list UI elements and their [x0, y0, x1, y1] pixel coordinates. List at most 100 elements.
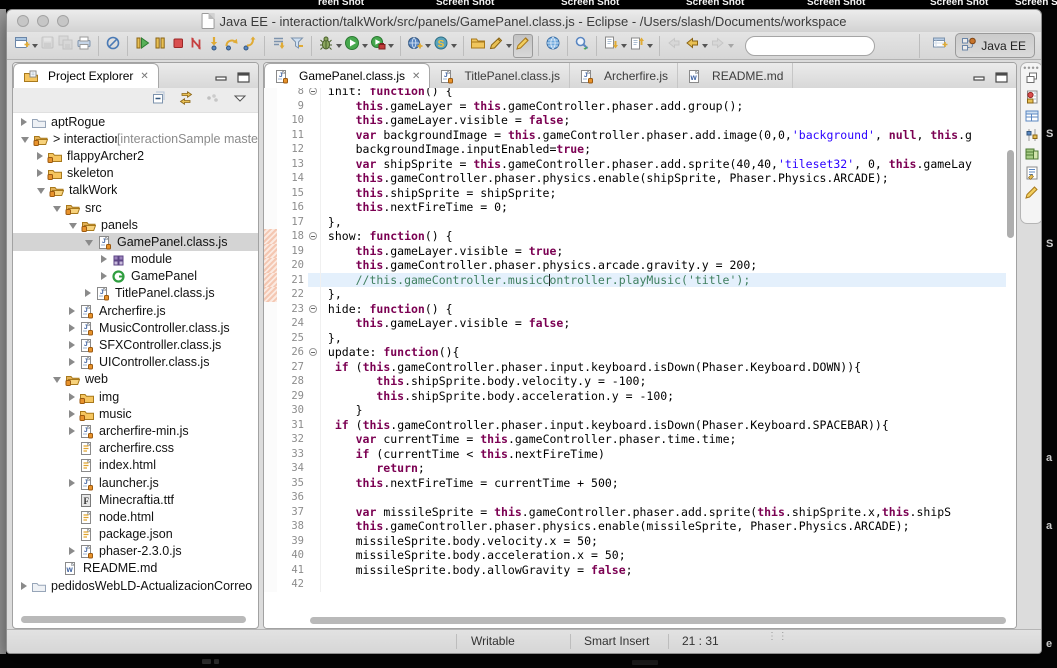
code-line[interactable]: 9this.gameLayer = this.gameController.ph… — [264, 99, 1006, 114]
code-line[interactable]: 25}, — [264, 331, 1006, 346]
dropdown-arrow-icon[interactable] — [336, 44, 342, 48]
code-text[interactable]: this.shipSprite.body.acceleration.y = -1… — [321, 389, 1006, 404]
collapsed-arrow-icon[interactable] — [69, 341, 75, 349]
code-text[interactable]: this.shipSprite = shipSprite; — [321, 186, 1006, 201]
horizontal-scrollbar[interactable] — [21, 616, 246, 623]
link-with-editor-button[interactable] — [178, 90, 194, 111]
code-line[interactable]: 8init: function() { — [264, 88, 1006, 99]
tree-item[interactable]: panels — [13, 216, 258, 233]
use-step-filters-button[interactable] — [288, 34, 306, 58]
editor-body[interactable]: 8init: function() {9this.gameLayer = thi… — [264, 88, 1016, 628]
code-line[interactable]: 20this.gameController.phaser.physics.arc… — [264, 258, 1006, 273]
properties-view-button[interactable] — [1023, 109, 1040, 128]
code-text[interactable]: init: function() { — [321, 88, 1006, 99]
debug-button[interactable] — [317, 34, 343, 58]
code-line[interactable]: 12backgroundImage.inputEnabled=true; — [264, 142, 1006, 157]
code-text[interactable]: this.nextFireTime = currentTime + 500; — [321, 476, 1006, 491]
code-line[interactable]: 13var shipSprite = this.gameController.p… — [264, 157, 1006, 172]
tree-item[interactable]: JTitlePanel.class.js — [13, 285, 258, 302]
collapsed-arrow-icon[interactable] — [69, 547, 75, 555]
vertical-scrollbar[interactable] — [1007, 150, 1014, 238]
expanded-arrow-icon[interactable] — [53, 206, 61, 212]
code-line[interactable]: 34return; — [264, 461, 1006, 476]
tree-item[interactable]: JGamePanel.class.js — [13, 233, 258, 250]
code-text[interactable] — [321, 577, 1006, 592]
tree-item[interactable]: module — [13, 251, 258, 268]
tree-item[interactable]: node.html — [13, 508, 258, 525]
step-into-button[interactable] — [205, 34, 223, 58]
step-over-button[interactable] — [223, 34, 241, 58]
code-line[interactable]: 10this.gameLayer.visible = false; — [264, 113, 1006, 128]
run-button[interactable] — [343, 34, 369, 58]
code-line[interactable]: 11var backgroundImage = this.gameControl… — [264, 128, 1006, 143]
close-icon[interactable]: ✕ — [140, 71, 148, 82]
documentation-view-button[interactable] — [1023, 166, 1040, 185]
collapsed-arrow-icon[interactable] — [69, 479, 75, 487]
code-text[interactable]: }, — [321, 287, 1006, 302]
code-text[interactable]: show: function() { — [321, 229, 1006, 244]
close-icon[interactable]: ✕ — [412, 71, 420, 82]
tree-item[interactable]: Jlauncher.js — [13, 474, 258, 491]
expanded-arrow-icon[interactable] — [37, 188, 45, 194]
dropdown-arrow-icon[interactable] — [425, 44, 431, 48]
tree-item[interactable]: archerfire.css — [13, 440, 258, 457]
code-text[interactable]: //this.gameController.musicController.pl… — [321, 273, 1006, 288]
code-text[interactable]: var backgroundImage = this.gameControlle… — [321, 128, 1006, 143]
code-line[interactable]: 27if (this.gameController.phaser.input.k… — [264, 360, 1006, 375]
dropdown-arrow-icon[interactable] — [362, 44, 368, 48]
code-text[interactable]: missileSprite.body.acceleration.x = 50; — [321, 548, 1006, 563]
code-line[interactable]: 14this.gameController.phaser.physics.ena… — [264, 171, 1006, 186]
code-line[interactable]: 33if (currentTime < this.nextFireTime) — [264, 447, 1006, 462]
minimize-traffic-light[interactable] — [37, 15, 49, 27]
tree-item[interactable]: JMusicController.class.js — [13, 319, 258, 336]
dropdown-arrow-icon[interactable] — [621, 44, 627, 48]
code-line[interactable]: 28this.shipSprite.body.velocity.y = -100… — [264, 374, 1006, 389]
code-text[interactable]: this.gameController.phaser.physics.enabl… — [321, 171, 1006, 186]
code-text[interactable]: this.gameLayer.visible = true; — [321, 244, 1006, 259]
code-text[interactable]: var currentTime = this.gameController.ph… — [321, 432, 1006, 447]
code-line[interactable]: 21//this.gameController.musicController.… — [264, 273, 1006, 288]
annotate-button[interactable] — [487, 34, 513, 58]
collapse-fold-icon[interactable] — [309, 305, 317, 313]
collapsed-arrow-icon[interactable] — [21, 118, 27, 126]
dropdown-arrow-icon[interactable] — [702, 44, 708, 48]
editor-tab[interactable]: JTitlePanel.class.js — [430, 63, 570, 88]
markers-view-button[interactable] — [1023, 90, 1040, 109]
code-line[interactable]: 17}, — [264, 215, 1006, 230]
tree-item[interactable]: Jphaser-2.3.0.js — [13, 543, 258, 560]
collapsed-arrow-icon[interactable] — [37, 152, 43, 160]
collapsed-arrow-icon[interactable] — [37, 169, 43, 177]
dropdown-arrow-icon[interactable] — [647, 44, 653, 48]
tree-item[interactable]: Jarcherfire-min.js — [13, 422, 258, 439]
code-line[interactable]: 40missileSprite.body.acceleration.x = 50… — [264, 548, 1006, 563]
external-tools-button[interactable] — [369, 34, 395, 58]
code-text[interactable]: hide: function() { — [321, 302, 1006, 317]
editor-tab[interactable]: JGamePanel.class.js✕ — [264, 63, 430, 88]
drop-to-frame-button[interactable] — [270, 34, 288, 58]
collapsed-arrow-icon[interactable] — [69, 307, 75, 315]
collapsed-arrow-icon[interactable] — [69, 324, 75, 332]
snippets-view-button[interactable] — [1023, 147, 1040, 166]
code-line[interactable]: 31if (this.gameController.phaser.input.k… — [264, 418, 1006, 433]
code-text[interactable]: }, — [321, 215, 1006, 230]
code-line[interactable]: 41missileSprite.body.allowGravity = fals… — [264, 563, 1006, 578]
back-button[interactable] — [683, 34, 709, 58]
code-line[interactable]: 35this.nextFireTime = currentTime + 500; — [264, 476, 1006, 491]
tree-item[interactable]: GamePanel — [13, 268, 258, 285]
tree-item[interactable]: FMinecraftia.ttf — [13, 491, 258, 508]
code-text[interactable]: this.nextFireTime = 0; — [321, 200, 1006, 215]
restore-button[interactable] — [1023, 71, 1040, 90]
statusbar-handle[interactable]: ⋮ ⋮ — [767, 631, 787, 642]
tree-item[interactable]: JSFXController.class.js — [13, 336, 258, 353]
next-annotation-button[interactable] — [602, 34, 628, 58]
step-return-button[interactable] — [241, 34, 259, 58]
tree-item[interactable]: index.html — [13, 457, 258, 474]
collapse-all-button[interactable] — [151, 90, 167, 111]
collapse-fold-icon[interactable] — [309, 88, 317, 95]
expanded-arrow-icon[interactable] — [53, 377, 61, 383]
dropdown-arrow-icon[interactable] — [32, 44, 38, 48]
collapsed-arrow-icon[interactable] — [69, 410, 75, 418]
tab-project-explorer[interactable]: Project Explorer ✕ — [13, 63, 159, 88]
code-text[interactable]: if (currentTime < this.nextFireTime) — [321, 447, 1006, 462]
tree-item[interactable]: package.json — [13, 526, 258, 543]
